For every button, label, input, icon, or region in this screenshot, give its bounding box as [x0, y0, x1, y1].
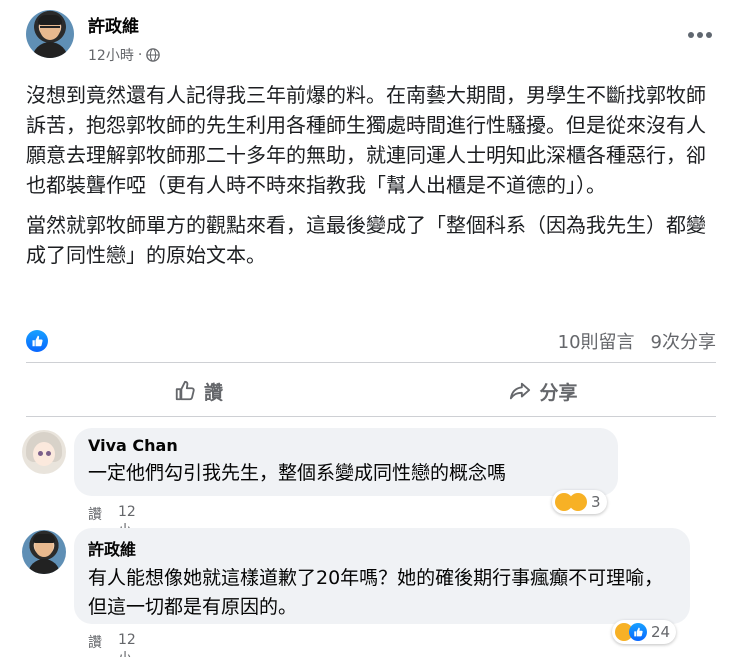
- divider: [26, 416, 716, 417]
- commenter-avatar[interactable]: [22, 430, 66, 474]
- comment-text: 一定他們勾引我先生，整個系變成同性戀的概念嗎: [88, 462, 507, 484]
- comment-reaction-badge[interactable]: 24: [612, 620, 677, 644]
- post-paragraph: 沒想到竟然還有人記得我三年前爆的料。在南藝大期間，男學生不斷找郭牧師訴苦，抱怨郭…: [26, 83, 706, 197]
- post-timestamp[interactable]: 12小時: [88, 45, 134, 65]
- reaction-count: 24: [651, 623, 671, 641]
- comment-bubble: Viva Chan 一定他們勾引我先生，整個系變成同性戀的概念嗎: [74, 428, 618, 496]
- thumbs-up-icon: [175, 380, 195, 401]
- post-body: 沒想到竟然還有人記得我三年前爆的料。在南藝大期間，男學生不斷找郭牧師訴苦，抱怨郭…: [26, 80, 716, 280]
- like-button[interactable]: 讚: [26, 368, 371, 414]
- share-button[interactable]: 分享: [371, 368, 716, 414]
- share-arrow-icon: [510, 382, 531, 400]
- commenter-avatar[interactable]: [22, 530, 66, 574]
- comment-like-link[interactable]: 讚: [88, 632, 102, 657]
- reactions-summary: 10則留言 9次分享: [26, 326, 716, 356]
- post-action-bar: 讚 分享: [26, 368, 716, 414]
- like-reaction-icon: [629, 623, 647, 641]
- globe-icon: [146, 48, 161, 62]
- divider: [26, 362, 716, 363]
- commenter-name[interactable]: Viva Chan: [88, 436, 604, 455]
- post-meta: 12小時 ·: [88, 45, 161, 65]
- shares-count[interactable]: 9次分享: [651, 328, 716, 354]
- like-reaction-icon[interactable]: [26, 330, 48, 352]
- comment-reaction-badge[interactable]: 3: [552, 490, 607, 514]
- reaction-count: 3: [591, 493, 601, 511]
- more-options-icon[interactable]: [688, 32, 712, 40]
- comments-count[interactable]: 10則留言: [558, 328, 635, 354]
- commenter-name[interactable]: 許政維: [88, 536, 676, 560]
- like-button-label: 讚: [203, 381, 223, 404]
- post-paragraph: 當然就郭牧師單方的觀點來看，這最後變成了「整個科系（因為我先生）都變成了同性戀」…: [26, 213, 706, 267]
- share-button-label: 分享: [539, 381, 578, 404]
- comment-bubble: 許政維 有人能想像她就這樣道歉了20年嗎？她的確後期行事瘋癲不可理喻，但這一切都…: [74, 528, 690, 624]
- haha-reaction-icon: [569, 493, 587, 511]
- comment-timestamp[interactable]: 12小時: [118, 632, 136, 657]
- post-author-name[interactable]: 許政維: [88, 12, 139, 37]
- post-author-avatar[interactable]: [26, 10, 74, 58]
- comment-meta: 讚 12小時: [88, 632, 136, 657]
- comment-text: 有人能想像她就這樣道歉了20年嗎？她的確後期行事瘋癲不可理喻，但這一切都是有原因…: [88, 567, 664, 618]
